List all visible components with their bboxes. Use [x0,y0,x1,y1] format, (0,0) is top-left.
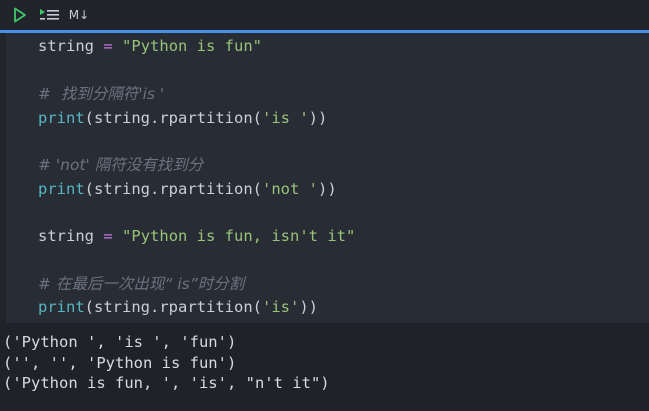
code-token: ( [84,180,95,198]
code-token: 'is ' [262,109,309,127]
output-line: ('', '', 'Python is fun') [3,354,237,372]
code-token: string.rpartition( [94,180,262,198]
code-line-5: print(string.rpartition('not ')) [38,177,337,201]
code-line-6: string = "Python is fun, isn't it" [38,224,355,248]
code-token: print [38,298,85,316]
code-line-8: print(string.rpartition('is')) [38,295,318,319]
code-token: )) [318,180,337,198]
code-token: string [38,227,94,245]
run-all-button[interactable] [38,5,62,25]
code-token: "Python is fun" [122,37,263,55]
code-line-3: print(string.rpartition('is ')) [38,106,327,130]
markdown-toggle-button[interactable]: M↓ [68,5,90,25]
output-line: ('Python is fun, ', 'is', "n't it") [3,374,330,392]
code-token: string.rpartition( [94,109,262,127]
code-line-comment-3: # 在最后一次出现“ is”时分割 [38,275,245,293]
code-token: print [38,180,85,198]
code-line-comment-2: # 'not' 隔符没有找到分 [38,156,204,174]
code-token: )) [299,298,318,316]
output-line: ('Python ', 'is ', 'fun') [3,333,237,351]
cell-gutter [0,33,6,323]
code-token: print [38,109,85,127]
play-icon [14,7,26,23]
code-token: = [103,37,113,55]
cell-toolbar: M↓ [0,0,649,30]
code-token: 'is' [262,298,300,316]
run-all-icon [40,9,59,20]
cell-output: ('Python ', 'is ', 'fun') ('', '', 'Pyth… [0,323,649,411]
code-token: "Python is fun, isn't it" [122,227,356,245]
code-token: string [38,37,94,55]
code-cell[interactable]: string = "Python is fun" # 找到分隔符'is ' pr… [0,33,649,323]
run-cell-button[interactable] [10,5,30,25]
code-token: )) [308,109,328,127]
code-token: ( [84,298,95,316]
code-line-1: string = "Python is fun" [38,34,262,58]
code-line-comment-1: # 找到分隔符'is ' [38,85,165,103]
code-token: 'not ' [262,180,318,198]
code-token: ( [84,109,95,127]
code-token: string.rpartition( [94,298,262,316]
code-token: = [103,227,113,245]
